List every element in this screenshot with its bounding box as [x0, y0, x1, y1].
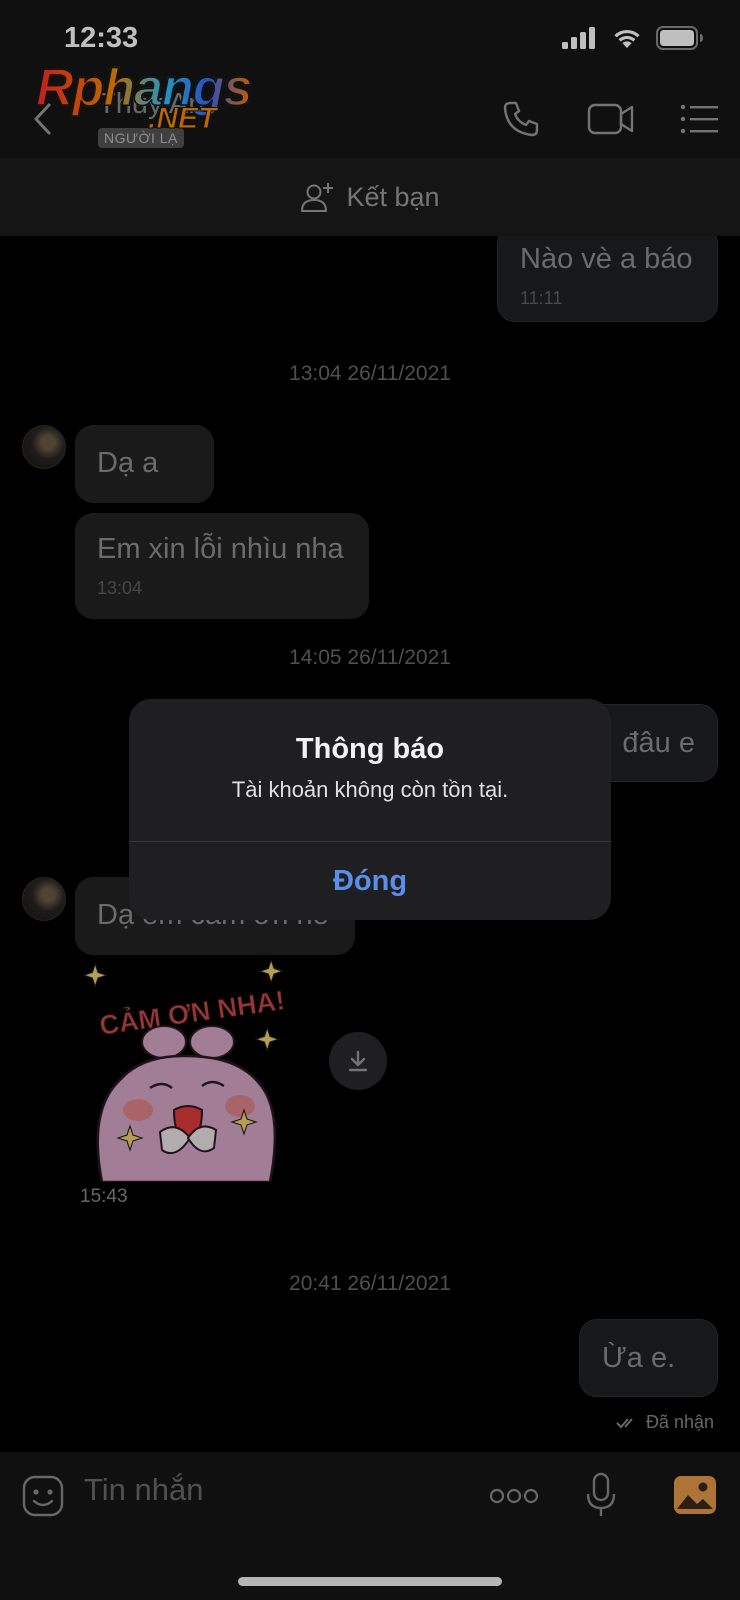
- close-dialog-button[interactable]: Đóng: [129, 842, 611, 920]
- dialog-message: Tài khoản không còn tồn tại.: [231, 777, 509, 802]
- dialog-title: Thông báo: [295, 733, 445, 765]
- alert-dialog: Thông báo Tài khoản không còn tồn tại. Đ…: [129, 699, 611, 920]
